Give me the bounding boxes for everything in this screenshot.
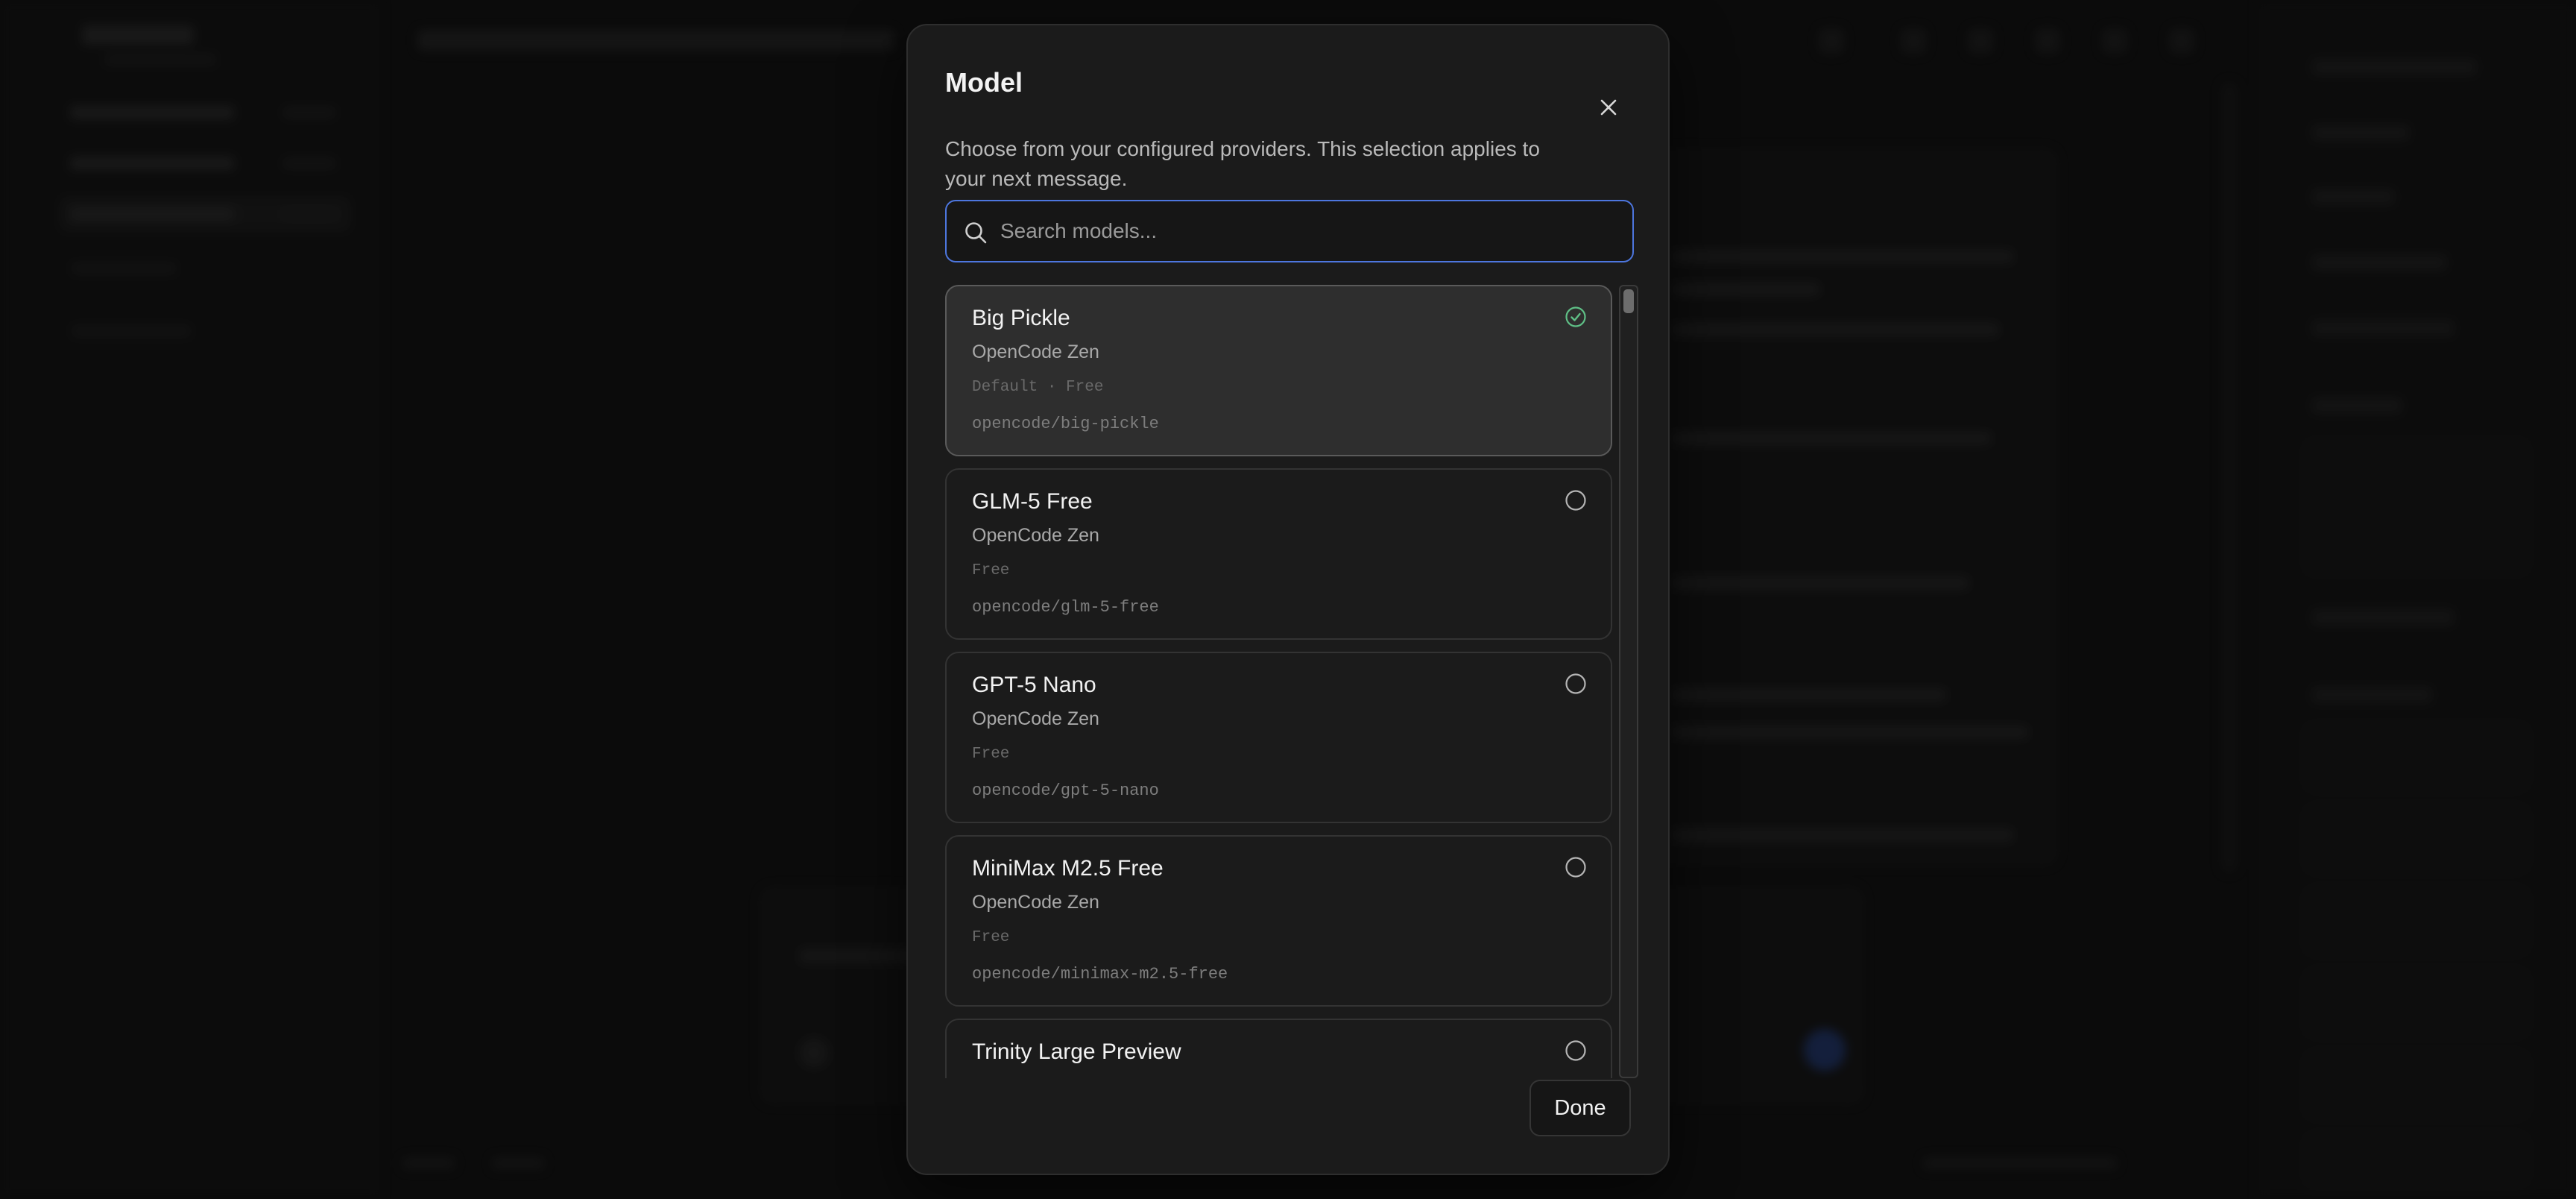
radio-circle-icon bbox=[1565, 673, 1586, 694]
model-provider: OpenCode Zen bbox=[972, 342, 1099, 362]
model-option-glm-5-free[interactable]: GLM-5 Free OpenCode Zen Free opencode/gl… bbox=[945, 468, 1612, 640]
close-button[interactable] bbox=[1595, 94, 1622, 121]
search-input[interactable] bbox=[1000, 201, 1619, 261]
model-option-gpt-5-nano[interactable]: GPT-5 Nano OpenCode Zen Free opencode/gp… bbox=[945, 652, 1612, 823]
search-icon bbox=[965, 222, 987, 244]
model-id: opencode/big-pickle bbox=[972, 415, 1159, 433]
model-provider: OpenCode Zen bbox=[972, 892, 1099, 913]
model-name: GLM-5 Free bbox=[972, 489, 1093, 514]
model-picker-dialog: Model Choose from your configured provid… bbox=[906, 24, 1670, 1175]
model-name: Big Pickle bbox=[972, 306, 1070, 330]
model-id: opencode/glm-5-free bbox=[972, 598, 1159, 617]
scrollbar-thumb[interactable] bbox=[1623, 289, 1634, 313]
model-name: Trinity Large Preview bbox=[972, 1039, 1181, 1064]
model-name: MiniMax M2.5 Free bbox=[972, 856, 1164, 881]
model-list[interactable]: Big Pickle OpenCode Zen Default · Free o… bbox=[945, 285, 1612, 1078]
model-tags: Free bbox=[972, 562, 1010, 579]
check-circle-icon bbox=[1565, 306, 1586, 327]
radio-circle-icon bbox=[1565, 1040, 1586, 1061]
model-provider: OpenCode Zen bbox=[972, 708, 1099, 729]
radio-circle-icon bbox=[1565, 490, 1586, 511]
radio-circle-icon bbox=[1565, 857, 1586, 878]
close-icon bbox=[1600, 99, 1617, 116]
dialog-title: Model bbox=[945, 67, 1023, 98]
model-tags: Free bbox=[972, 929, 1010, 946]
model-option-minimax-m2-5-free[interactable]: MiniMax M2.5 Free OpenCode Zen Free open… bbox=[945, 835, 1612, 1007]
model-id: opencode/gpt-5-nano bbox=[972, 781, 1159, 800]
dialog-description: Choose from your configured providers. T… bbox=[945, 137, 1540, 190]
model-name: GPT-5 Nano bbox=[972, 673, 1096, 697]
model-provider: OpenCode Zen bbox=[972, 525, 1099, 546]
model-list-scrollbar[interactable] bbox=[1619, 285, 1638, 1078]
search-field[interactable] bbox=[945, 200, 1634, 262]
model-tags: Free bbox=[972, 746, 1010, 763]
done-button[interactable]: Done bbox=[1530, 1080, 1631, 1136]
model-tags: Default · Free bbox=[972, 379, 1104, 396]
model-id: opencode/minimax-m2.5-free bbox=[972, 965, 1228, 984]
model-option-big-pickle[interactable]: Big Pickle OpenCode Zen Default · Free o… bbox=[945, 285, 1612, 456]
model-option-trinity-large-preview[interactable]: Trinity Large Preview bbox=[945, 1019, 1612, 1078]
